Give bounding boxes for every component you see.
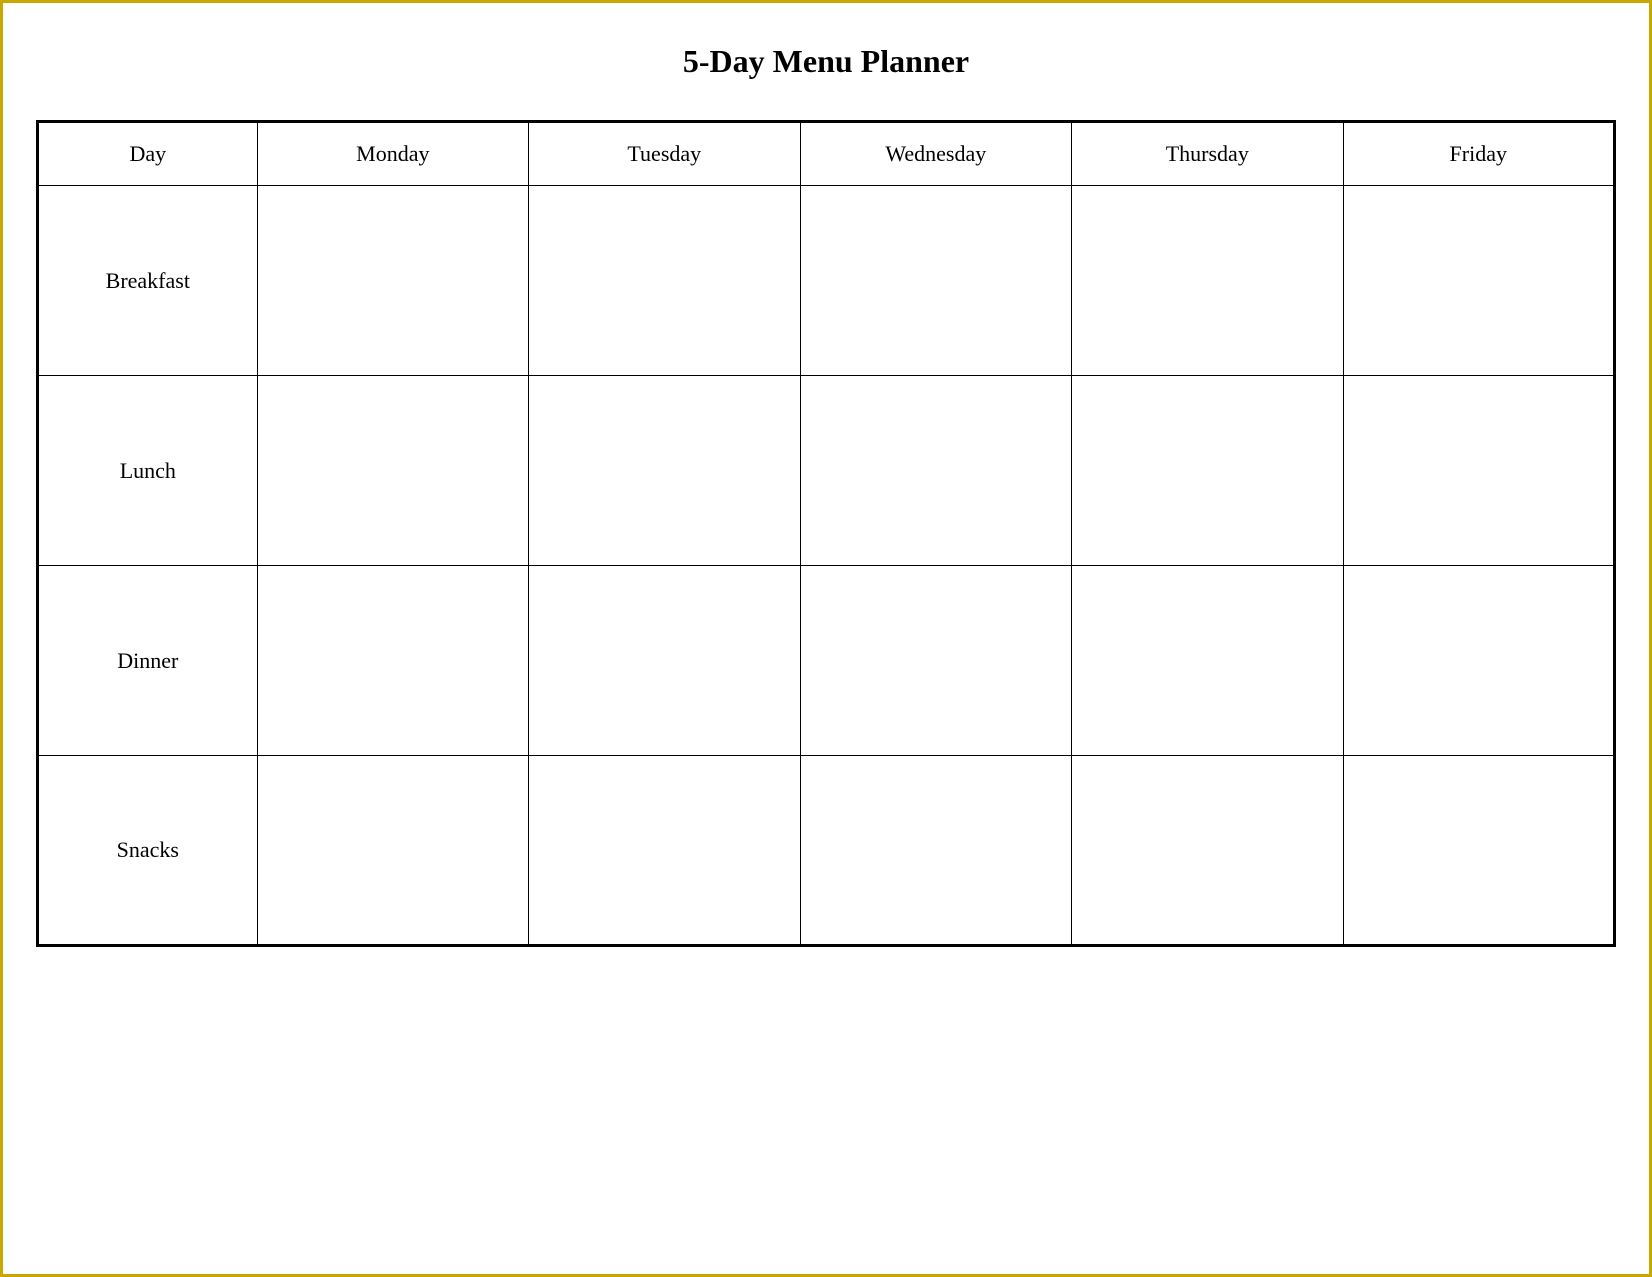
meal-cell-lunch-day-0[interactable] [257,376,528,566]
meal-label-lunch: Lunch [38,376,258,566]
col-header-wednesday: Wednesday [800,122,1072,186]
meal-label-dinner: Dinner [38,566,258,756]
meal-cell-breakfast-day-4[interactable] [1343,186,1614,376]
meal-cell-breakfast-day-2[interactable] [800,186,1072,376]
meal-cell-lunch-day-4[interactable] [1343,376,1614,566]
planner-table: Day Monday Tuesday Wednesday Thursday Fr… [36,120,1616,947]
meal-row: Dinner [38,566,1615,756]
meal-cell-lunch-day-1[interactable] [529,376,800,566]
meal-cell-snacks-day-1[interactable] [529,756,800,946]
col-header-thursday: Thursday [1072,122,1343,186]
meal-cell-dinner-day-0[interactable] [257,566,528,756]
meal-cell-lunch-day-3[interactable] [1072,376,1343,566]
col-header-monday: Monday [257,122,528,186]
meal-row: Breakfast [38,186,1615,376]
meal-cell-lunch-day-2[interactable] [800,376,1072,566]
meal-cell-breakfast-day-3[interactable] [1072,186,1343,376]
meal-cell-snacks-day-0[interactable] [257,756,528,946]
meal-cell-snacks-day-4[interactable] [1343,756,1614,946]
meal-cell-dinner-day-2[interactable] [800,566,1072,756]
col-header-day: Day [38,122,258,186]
meal-label-snacks: Snacks [38,756,258,946]
meal-cell-dinner-day-1[interactable] [529,566,800,756]
col-header-tuesday: Tuesday [529,122,800,186]
meal-label-breakfast: Breakfast [38,186,258,376]
page-title: 5-Day Menu Planner [683,43,969,80]
meal-cell-dinner-day-4[interactable] [1343,566,1614,756]
meal-row: Snacks [38,756,1615,946]
meal-row: Lunch [38,376,1615,566]
header-row: Day Monday Tuesday Wednesday Thursday Fr… [38,122,1615,186]
meal-cell-dinner-day-3[interactable] [1072,566,1343,756]
meal-cell-snacks-day-3[interactable] [1072,756,1343,946]
meal-cell-breakfast-day-0[interactable] [257,186,528,376]
meal-cell-breakfast-day-1[interactable] [529,186,800,376]
col-header-friday: Friday [1343,122,1614,186]
meal-cell-snacks-day-2[interactable] [800,756,1072,946]
